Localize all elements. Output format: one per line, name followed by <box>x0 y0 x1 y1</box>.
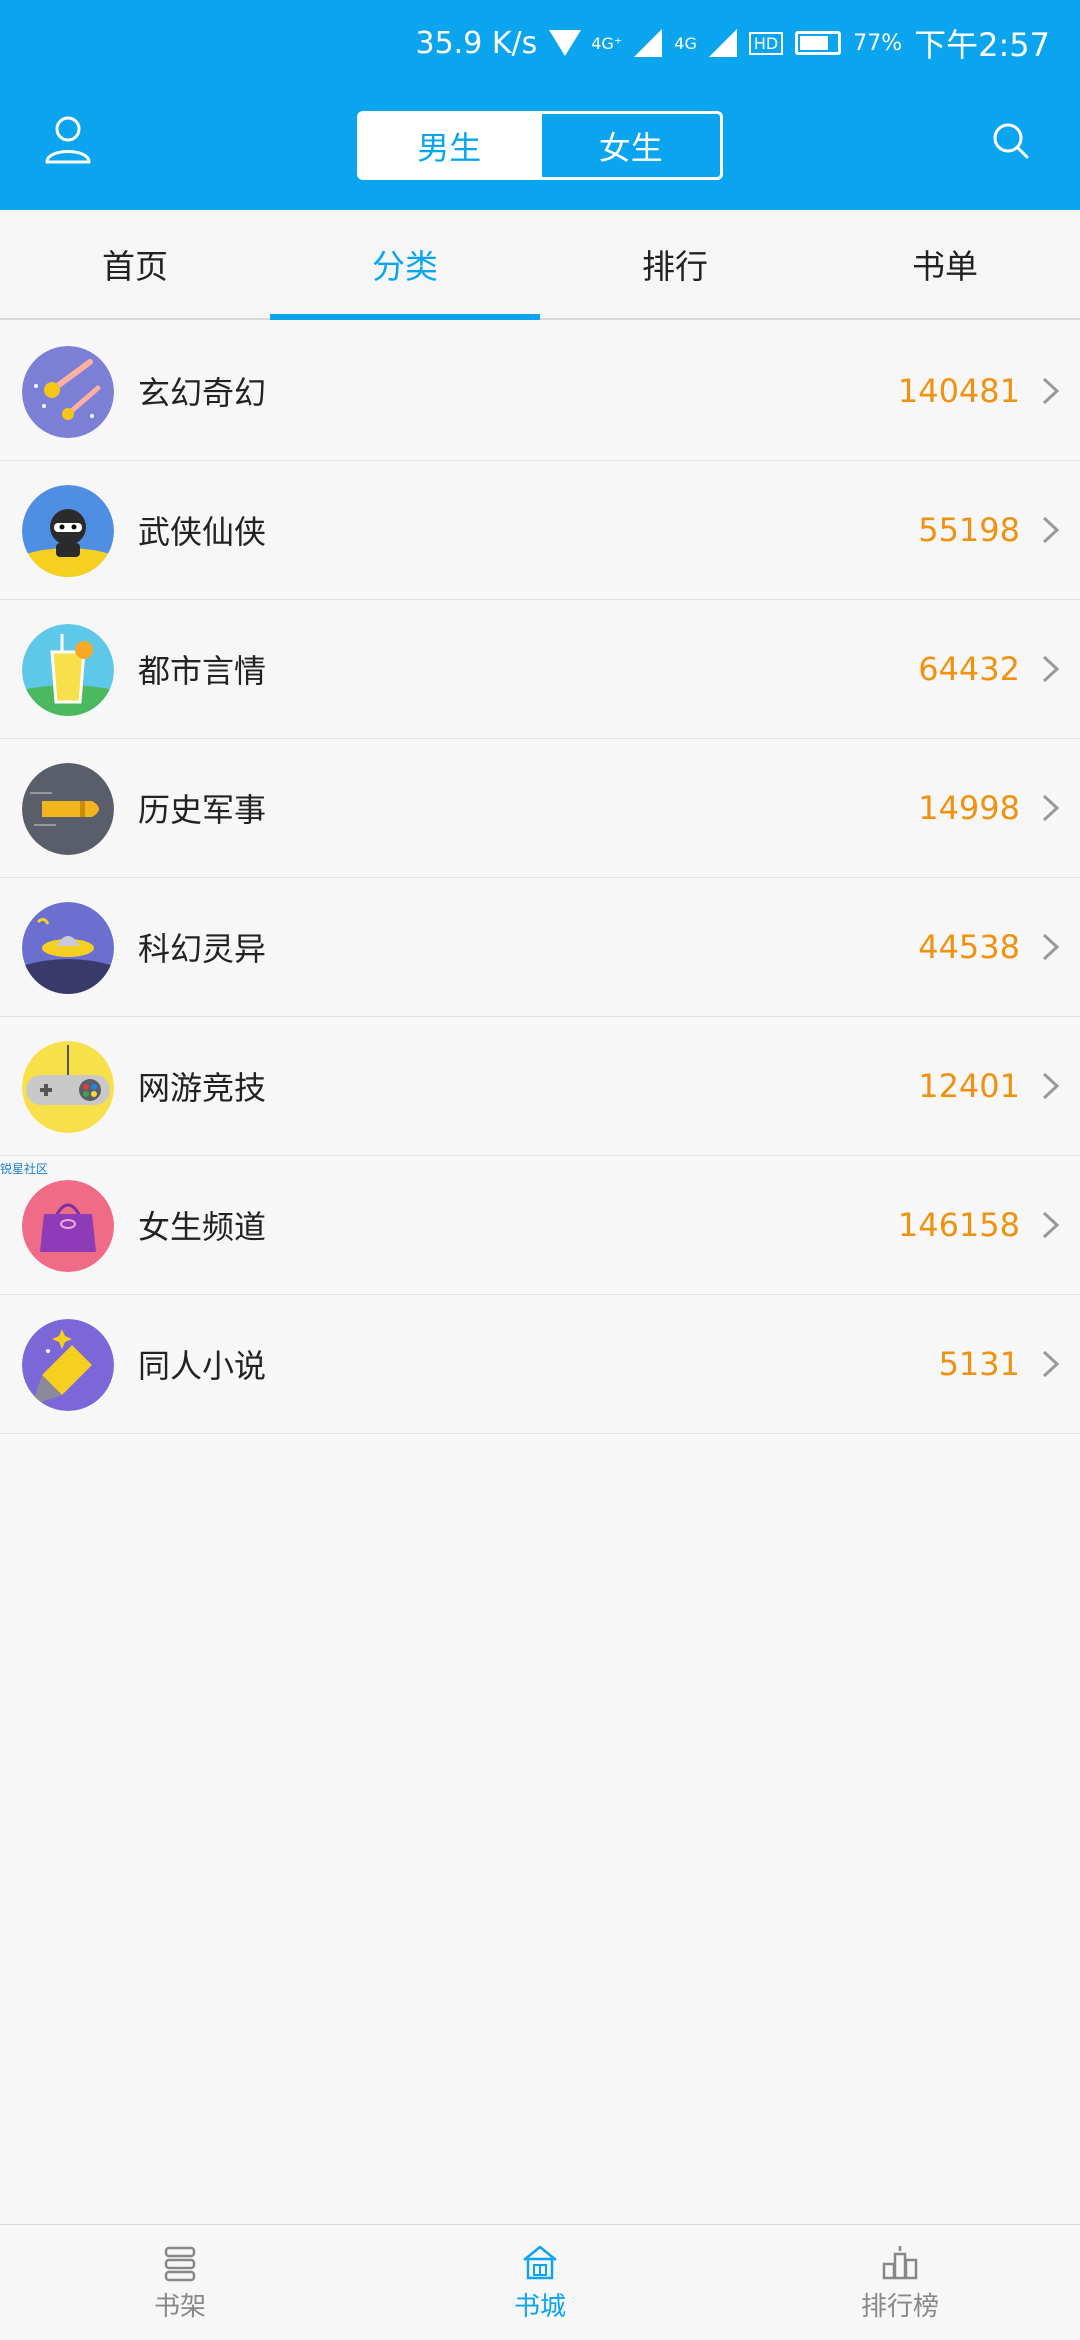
category-count: 12401 <box>918 1067 1020 1105</box>
clock: 下午2:57 <box>914 26 1050 64</box>
user-profile-icon[interactable] <box>45 116 91 164</box>
category-count: 44538 <box>918 928 1020 966</box>
tab-ranking[interactable]: 排行 <box>540 210 810 318</box>
game-controller-icon <box>22 1041 114 1133</box>
category-name: 历史军事 <box>138 791 267 829</box>
search-icon[interactable] <box>992 122 1030 160</box>
chevron-right-icon <box>1042 377 1060 405</box>
chevron-right-icon <box>1042 655 1060 683</box>
category-row-fantasy[interactable]: 玄幻奇幻 140481 <box>0 322 1080 461</box>
category-row-history-military[interactable]: 历史军事 14998 <box>0 739 1080 878</box>
chevron-right-icon <box>1042 1072 1060 1100</box>
category-name: 同人小说 <box>138 1347 267 1385</box>
chevron-right-icon <box>1042 794 1060 822</box>
ranking-icon <box>882 2246 918 2280</box>
category-row-scifi-supernatural[interactable]: 科幻灵异 44538 <box>0 878 1080 1017</box>
category-count: 64432 <box>918 650 1020 688</box>
gender-toggle: 男生 女生 <box>357 111 723 180</box>
nav-ranking[interactable]: 排行榜 <box>720 2225 1080 2340</box>
battery-icon <box>795 31 842 55</box>
hd-icon: HD <box>748 31 784 55</box>
meteor-icon <box>22 346 114 438</box>
chevron-right-icon <box>1042 1211 1060 1239</box>
chevron-right-icon <box>1042 1350 1060 1378</box>
nav-label: 排行榜 <box>860 2292 939 2322</box>
section-tabs: 首页 分类 排行 书单 <box>0 210 1080 320</box>
signal-icon-1 <box>634 29 663 57</box>
ninja-icon <box>22 485 114 577</box>
handbag-icon <box>22 1180 114 1272</box>
bookstore-icon <box>523 2245 557 2280</box>
nav-label: 书架 <box>153 2292 206 2322</box>
category-row-wuxia[interactable]: 武侠仙侠 55198 <box>0 461 1080 600</box>
category-row-urban-romance[interactable]: 都市言情 64432 <box>0 600 1080 739</box>
watermark: 锐星社区 <box>0 1162 49 1176</box>
status-bar: 35.9 K/s 4G⁺ 4G HD 77% 下午2:57 <box>416 18 1051 68</box>
battery-percent: 77% <box>853 30 903 56</box>
tab-category[interactable]: 分类 <box>270 210 540 320</box>
category-row-female-channel[interactable]: 女生频道 146158 <box>0 1156 1080 1295</box>
category-name: 玄幻奇幻 <box>138 374 267 412</box>
network-type-1: 4G⁺ <box>591 33 623 53</box>
wifi-icon <box>549 28 582 58</box>
tab-male[interactable]: 男生 <box>360 114 539 177</box>
bookshelf-icon <box>164 2246 196 2282</box>
bullet-icon <box>22 763 114 855</box>
network-type-2: 4G <box>674 33 697 53</box>
category-name: 女生频道 <box>138 1208 267 1246</box>
nav-bookshelf[interactable]: 书架 <box>0 2225 360 2340</box>
app-header: 35.9 K/s 4G⁺ 4G HD 77% 下午2:57 男生 女生 <box>0 0 1080 210</box>
category-count: 14998 <box>918 789 1020 827</box>
category-list: 玄幻奇幻 140481 武侠仙侠 55198 都市言情 64432 历史军事 1… <box>0 322 1080 1434</box>
ufo-icon <box>22 902 114 994</box>
tab-female[interactable]: 女生 <box>538 114 721 177</box>
juice-drink-icon <box>22 624 114 716</box>
magic-pencil-icon <box>22 1319 114 1411</box>
signal-icon-2 <box>708 29 737 57</box>
tab-home[interactable]: 首页 <box>0 210 270 318</box>
category-name: 网游竞技 <box>138 1069 267 1107</box>
category-row-online-gaming[interactable]: 网游竞技 12401 <box>0 1017 1080 1156</box>
bottom-navigation: 书架 书城 排行榜 <box>0 2224 1080 2340</box>
category-name: 武侠仙侠 <box>138 513 267 551</box>
category-count: 140481 <box>897 372 1020 410</box>
category-count: 5131 <box>938 1345 1020 1383</box>
chevron-right-icon <box>1042 933 1060 961</box>
chevron-right-icon <box>1042 516 1060 544</box>
nav-label: 书城 <box>513 2292 566 2322</box>
category-row-fan-fiction[interactable]: 同人小说 5131 <box>0 1295 1080 1434</box>
nav-bookstore[interactable]: 书城 <box>360 2225 720 2340</box>
category-name: 科幻灵异 <box>138 930 267 968</box>
network-speed: 35.9 K/s <box>415 25 538 61</box>
category-count: 55198 <box>918 511 1020 549</box>
tab-booklist[interactable]: 书单 <box>810 210 1080 318</box>
category-count: 146158 <box>897 1206 1020 1244</box>
category-name: 都市言情 <box>138 652 267 690</box>
